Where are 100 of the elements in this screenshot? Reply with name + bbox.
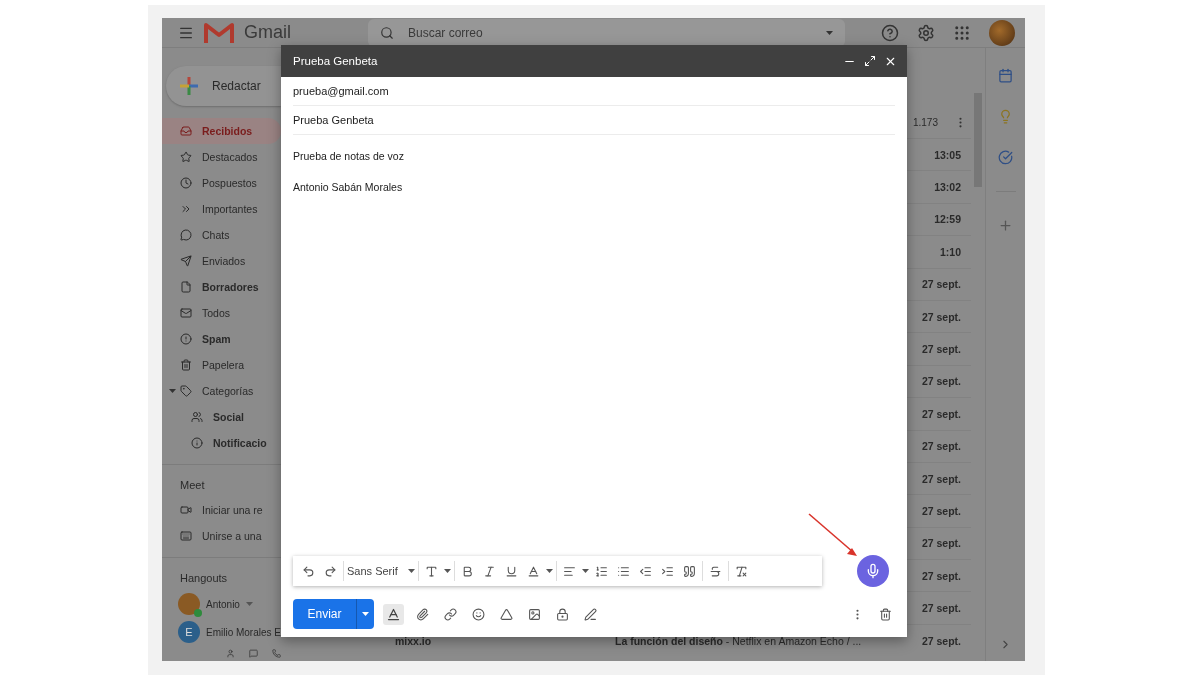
pen-icon[interactable]: [584, 607, 597, 621]
check-icon[interactable]: [998, 150, 1013, 165]
sidebar-item[interactable]: Notificacio: [162, 430, 281, 456]
mail-time: 27 sept.: [921, 278, 961, 291]
caret-icon: [362, 612, 369, 616]
sidebar-item[interactable]: Importantes: [162, 196, 281, 222]
image-icon[interactable]: [528, 607, 541, 621]
underline-icon[interactable]: [504, 564, 518, 578]
caret-icon: [826, 30, 833, 35]
numbered-list-icon[interactable]: [594, 564, 608, 578]
contact-avatar: E: [178, 621, 200, 643]
sidebar-item[interactable]: Chats: [162, 222, 281, 248]
compose-button[interactable]: Redactar: [166, 66, 281, 106]
text-format-icon[interactable]: [386, 606, 401, 622]
message-count: 1.173: [912, 116, 938, 128]
body-line: Antonio Sabán Morales: [293, 180, 404, 195]
sidebar-item[interactable]: Social: [162, 404, 281, 430]
sidebar-item[interactable]: Destacados: [162, 144, 281, 170]
voice-button[interactable]: [857, 555, 889, 587]
mail-time: 27 sept.: [921, 375, 961, 388]
sidebar-item[interactable]: Borradores: [162, 274, 281, 300]
meet-item[interactable]: Iniciar una re: [162, 497, 281, 523]
mail-time: 27 sept.: [921, 440, 961, 453]
inbox-icon: [180, 125, 192, 137]
quote-icon[interactable]: [682, 564, 696, 578]
chevrons-icon: [180, 203, 192, 215]
expand-icon[interactable]: [864, 55, 876, 67]
clock-icon: [180, 177, 192, 189]
clear-format-icon[interactable]: [734, 564, 748, 578]
mail-time: 27 sept.: [921, 310, 961, 323]
sidebar-item[interactable]: Categorías: [162, 378, 281, 404]
redo-icon[interactable]: [324, 564, 337, 578]
search-field[interactable]: Buscar correo: [368, 18, 845, 47]
mail-time: 27 sept.: [921, 602, 961, 615]
mail-time: 27 sept.: [921, 343, 961, 356]
sender: mixx.io: [395, 634, 432, 647]
tag-icon: [180, 385, 192, 397]
smiley-icon[interactable]: [472, 607, 485, 621]
subject-field[interactable]: Prueba Genbeta: [293, 106, 895, 135]
hangouts-user[interactable]: Antonio: [162, 590, 281, 618]
meet-item[interactable]: Unirse a una: [162, 523, 281, 549]
info-icon: [191, 437, 203, 449]
mail-time: 12:59: [934, 213, 961, 226]
lock-icon[interactable]: [556, 607, 569, 621]
caret-icon: [245, 602, 253, 606]
keyboard-icon: [180, 530, 192, 542]
alert-icon: [180, 333, 192, 345]
link-icon[interactable]: [444, 607, 457, 621]
caret-icon: [581, 569, 589, 573]
italic-icon[interactable]: [482, 564, 496, 578]
mail-time: 27 sept.: [921, 407, 961, 420]
indent-less-icon[interactable]: [638, 564, 652, 578]
chat-bubble-icon: [180, 229, 192, 241]
bullet-list-icon[interactable]: [616, 564, 630, 578]
file-icon: [180, 281, 192, 293]
arrow-annotation: [808, 513, 857, 556]
contact-item[interactable]: E Emilio Morales E: [162, 618, 281, 646]
mail-time: 13:02: [934, 181, 961, 194]
subject: La función del diseño - Netflix en Amazon Echo / ...: [615, 634, 862, 647]
star-icon: [180, 151, 192, 163]
envelope-logo-icon: [204, 21, 234, 44]
section-heading: Meet: [179, 478, 206, 493]
plus-icon: [180, 77, 198, 95]
sidebar-item[interactable]: Pospuestos: [162, 170, 281, 196]
avatar[interactable]: [989, 19, 1015, 46]
mail-icon: [180, 307, 192, 319]
sidebar-item[interactable]: Spam: [162, 326, 281, 352]
caret-icon: [443, 569, 451, 573]
sidebar-item[interactable]: Papelera: [162, 352, 281, 378]
body-line: Prueba de notas de voz: [293, 149, 405, 164]
align-icon[interactable]: [562, 564, 576, 578]
microphone-icon: [865, 563, 881, 579]
mail-time: 27 sept.: [921, 472, 961, 485]
paperclip-icon[interactable]: [416, 607, 429, 621]
triangle-icon[interactable]: [500, 607, 513, 621]
apps-icon[interactable]: [953, 23, 971, 42]
expand-caret-icon: [169, 389, 176, 393]
strikethrough-icon[interactable]: [708, 564, 722, 578]
send-icon: [180, 255, 192, 267]
text-size-icon[interactable]: [424, 564, 438, 578]
compose-title: Prueba Genbeta: [293, 55, 379, 67]
mail-time: 27 sept.: [921, 537, 961, 550]
mail-time: 27 sept.: [921, 569, 961, 582]
trash-icon: [180, 359, 192, 371]
send-button[interactable]: Enviar: [293, 599, 374, 629]
help-icon[interactable]: [881, 23, 899, 42]
indent-more-icon[interactable]: [660, 564, 674, 578]
recipient-field[interactable]: prueba@gmail.com: [293, 77, 895, 106]
sidebar-item[interactable]: Recibidos: [162, 118, 281, 144]
mail-time: 1:10: [940, 245, 961, 258]
sidebar-item[interactable]: Todos: [162, 300, 281, 326]
text-color-icon[interactable]: [526, 564, 540, 578]
settings-icon[interactable]: [917, 23, 935, 42]
undo-icon[interactable]: [302, 564, 315, 578]
caret-icon: [407, 569, 415, 573]
font-select[interactable]: Sans Serif: [347, 565, 415, 577]
video-icon: [180, 504, 192, 516]
trash-icon[interactable]: [879, 607, 892, 621]
search-icon: [380, 25, 394, 40]
sidebar-item[interactable]: Enviados: [162, 248, 281, 274]
